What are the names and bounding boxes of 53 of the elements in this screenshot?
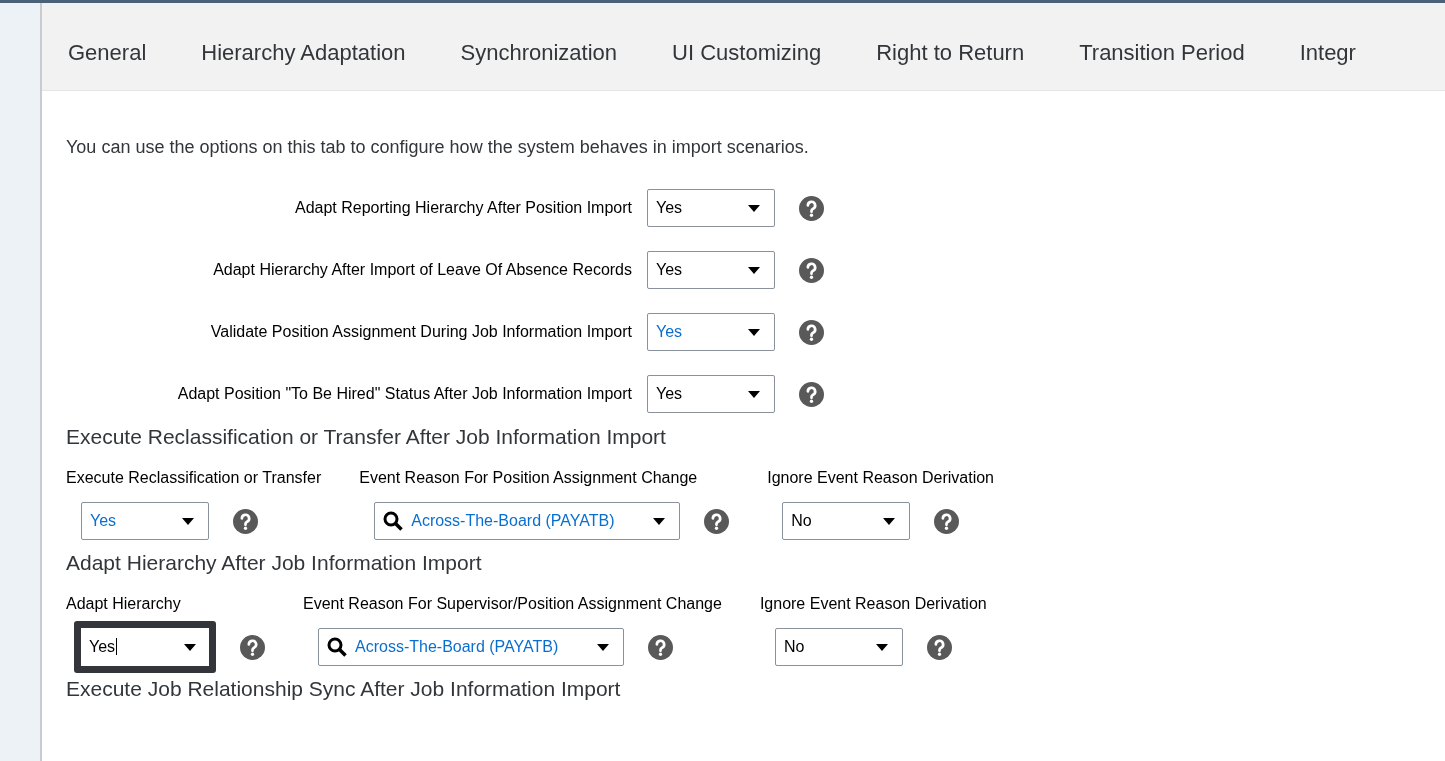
dropdown[interactable]: Yes xyxy=(647,189,775,227)
search-icon xyxy=(327,637,347,657)
field-label: Ignore Event Reason Derivation xyxy=(759,595,987,613)
caret-icon xyxy=(653,517,666,525)
tab[interactable]: Synchronization xyxy=(458,40,645,79)
setting-label: Adapt Reporting Hierarchy After Position Import xyxy=(293,199,632,217)
field-label: Execute Reclassification or Transfer xyxy=(66,469,322,487)
section-heading: Execute Reclassification or Transfer After Job Information Import xyxy=(66,425,667,449)
caret-icon xyxy=(184,643,196,651)
lookup-field[interactable]: Across-The-Board (PAYATB) xyxy=(318,628,624,666)
caret-icon xyxy=(748,266,760,274)
caret-icon xyxy=(748,204,760,212)
setting-label: Adapt Hierarchy After Import of Leave Of Absence Records xyxy=(212,261,632,279)
tab[interactable]: Right to Return xyxy=(874,40,1052,79)
caret-icon xyxy=(182,517,194,525)
setting-label: Adapt Position "To Be Hired" Status After Job Information Import xyxy=(176,385,632,403)
field-label: Event Reason For Supervisor/Position Assignment Change xyxy=(303,595,722,613)
help-icon[interactable] xyxy=(934,508,960,534)
search-icon xyxy=(383,511,404,531)
section-heading: Execute Job Relationship Sync After Job Information Import xyxy=(66,677,622,701)
tab[interactable]: Transition Period xyxy=(1077,40,1272,79)
dropdown[interactable]: Yes xyxy=(647,313,775,351)
dropdown[interactable]: Yes xyxy=(647,251,775,289)
tab[interactable]: Hierarchy Adaptation xyxy=(199,40,433,79)
dropdown[interactable]: No xyxy=(782,502,911,540)
intro-text: You can use the options on this tab to configure how the system behaves in import scenarios. xyxy=(66,137,810,158)
setting-label: Validate Position Assignment During Job Information Import xyxy=(209,323,632,341)
help-icon[interactable] xyxy=(799,381,824,407)
lookup-field[interactable]: Across-The-Board (PAYATB) xyxy=(374,502,681,540)
dropdown[interactable]: No xyxy=(774,628,903,666)
field-label: Adapt Hierarchy xyxy=(66,595,182,613)
tab[interactable]: General xyxy=(66,40,174,79)
help-icon[interactable] xyxy=(926,634,952,660)
caret-icon xyxy=(597,643,609,651)
help-icon[interactable] xyxy=(799,257,824,283)
dropdown[interactable]: Yes xyxy=(647,375,775,413)
help-icon[interactable] xyxy=(233,508,258,534)
help-icon[interactable] xyxy=(704,508,730,534)
dropdown[interactable]: Yes xyxy=(74,621,216,673)
field-label: Ignore Event Reason Derivation xyxy=(767,469,994,487)
tab[interactable]: Integr xyxy=(1297,40,1383,79)
help-icon[interactable] xyxy=(799,319,824,345)
tab[interactable]: UI Customizing xyxy=(670,40,849,79)
section-heading: Adapt Hierarchy After Job Information Import xyxy=(66,551,483,575)
caret-icon xyxy=(748,390,760,398)
help-icon[interactable] xyxy=(648,634,673,660)
field-label: Event Reason For Position Assignment Change xyxy=(359,469,699,487)
caret-icon xyxy=(883,517,896,525)
help-icon[interactable] xyxy=(799,195,824,221)
help-icon[interactable] xyxy=(240,634,265,660)
dropdown[interactable]: Yes xyxy=(81,502,209,540)
caret-icon xyxy=(875,643,888,651)
caret-icon xyxy=(748,328,760,336)
